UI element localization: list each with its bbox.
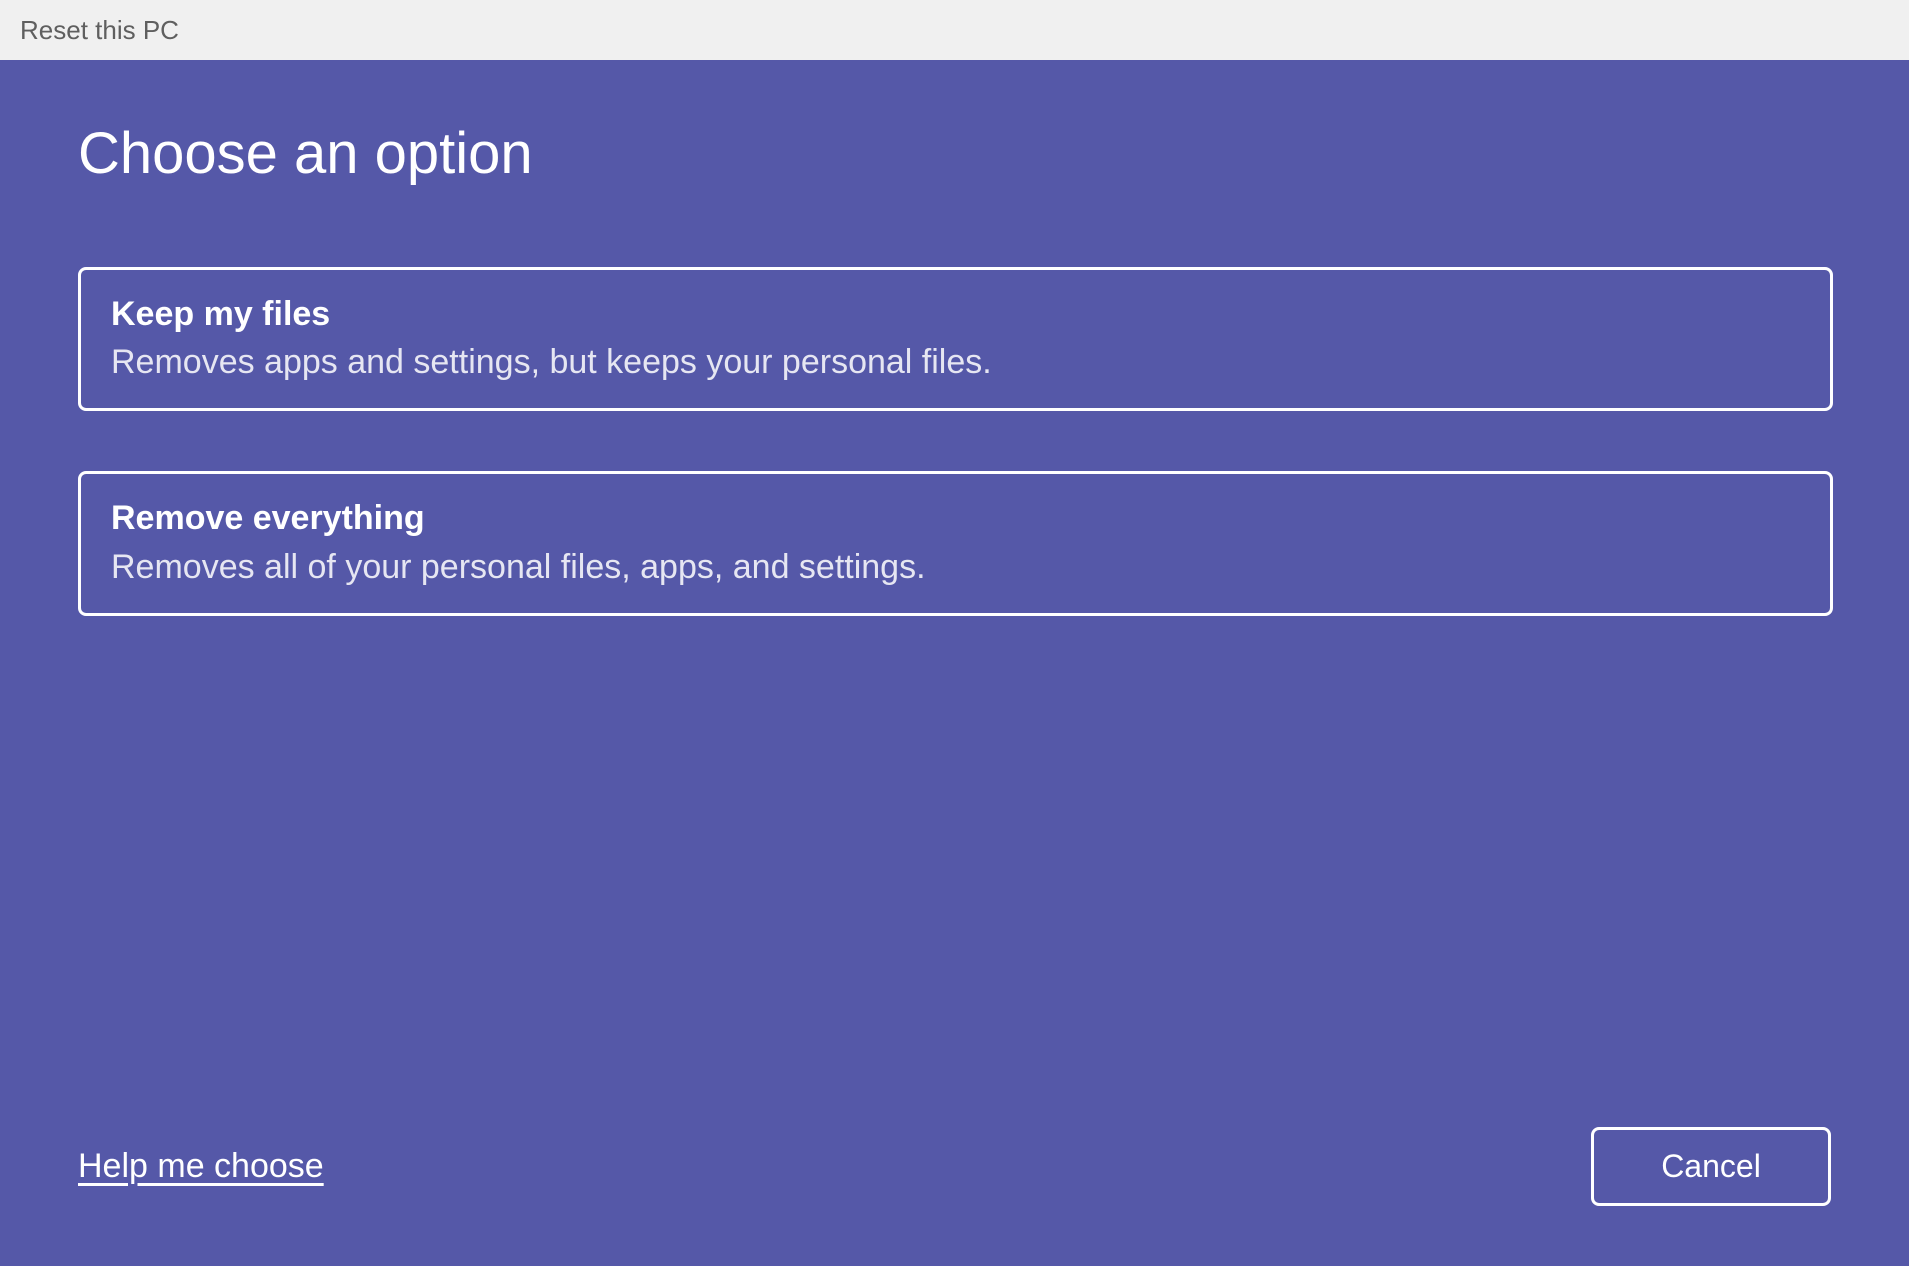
remove-everything-button[interactable]: Remove everything Removes all of your pe… [78,471,1833,615]
content-area: Choose an option Keep my files Removes a… [0,60,1909,1266]
page-title: Choose an option [78,120,1831,187]
option-title: Keep my files [111,292,1800,336]
cancel-button[interactable]: Cancel [1591,1127,1831,1206]
titlebar: Reset this PC [0,0,1909,60]
footer: Help me choose Cancel [78,1127,1831,1206]
option-description: Removes all of your personal files, apps… [111,545,1800,589]
option-description: Removes apps and settings, but keeps you… [111,340,1800,384]
reset-pc-window: Reset this PC Choose an option Keep my f… [0,0,1909,1266]
window-title: Reset this PC [20,15,179,46]
keep-my-files-button[interactable]: Keep my files Removes apps and settings,… [78,267,1833,411]
help-me-choose-link[interactable]: Help me choose [78,1147,324,1186]
option-title: Remove everything [111,496,1800,540]
